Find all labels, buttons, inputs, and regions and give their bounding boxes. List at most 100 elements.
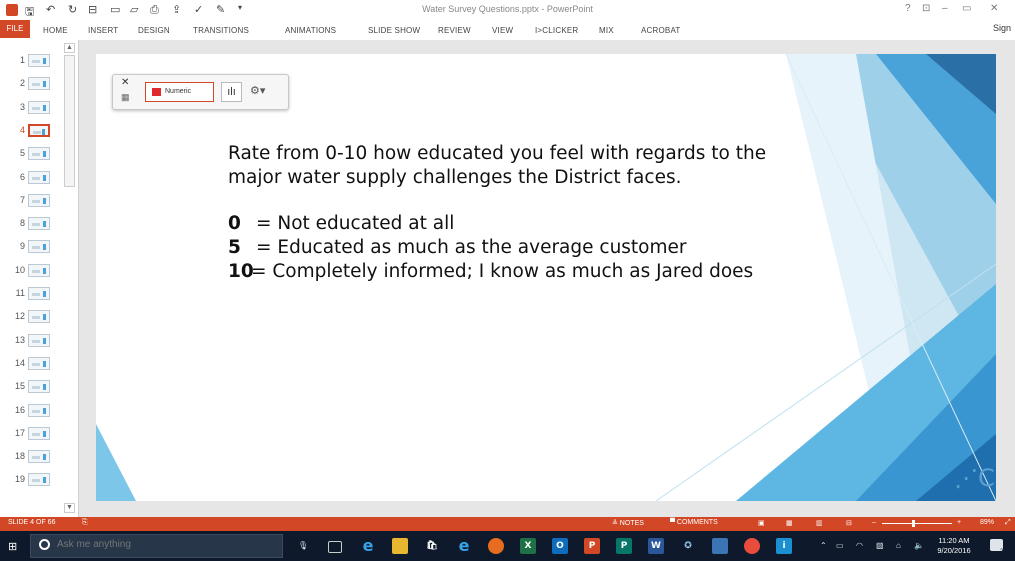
comments-button[interactable]: ▀ COMMENTS <box>670 519 718 526</box>
tab-slide-show[interactable]: SLIDE SHOW <box>368 26 420 35</box>
close-icon[interactable]: ✕ <box>121 77 129 88</box>
tab-transitions[interactable]: TRANSITIONS <box>193 26 249 35</box>
tab-design[interactable]: DESIGN <box>138 26 170 35</box>
show-hidden-icons-icon[interactable]: ⌃ <box>820 541 827 550</box>
slide-thumbnail-preview[interactable] <box>28 380 50 394</box>
slide-thumbnail-preview[interactable] <box>28 54 50 67</box>
tab-acrobat[interactable]: ACROBAT <box>641 26 680 35</box>
network-app-icon[interactable]: ✪ <box>680 538 696 554</box>
slide-thumbnail-preview[interactable] <box>28 450 50 464</box>
zoom-level[interactable]: 89% <box>980 519 994 526</box>
zoom-out-icon[interactable]: – <box>872 519 876 526</box>
windows-start-icon[interactable]: ⊞ <box>8 540 17 553</box>
iclicker-taskbar-icon[interactable]: i <box>776 538 792 554</box>
bar-chart-icon[interactable]: ılı <box>221 82 242 102</box>
remote-desktop-icon[interactable] <box>712 538 728 554</box>
slide-thumbnail-preview[interactable] <box>28 240 50 254</box>
slide-thumbnail[interactable]: 17 <box>0 424 70 444</box>
tray-app-icon[interactable]: ▧ <box>876 541 884 550</box>
excel-icon[interactable]: X <box>520 538 536 554</box>
tab-view[interactable]: VIEW <box>492 26 513 35</box>
slide-thumbnail-preview[interactable] <box>28 310 50 324</box>
slide-thumbnail[interactable]: 4 <box>0 121 70 141</box>
slide-thumbnail[interactable]: 14 <box>0 354 70 374</box>
slide-thumbnail-preview[interactable] <box>28 356 50 370</box>
slide-thumbnail-preview[interactable] <box>28 263 50 277</box>
task-view-icon[interactable] <box>328 541 342 553</box>
slide-thumbnail[interactable]: 1 <box>0 51 70 71</box>
fit-slide-icon[interactable]: ⤢ <box>1005 519 1011 527</box>
slide-thumbnail-preview[interactable] <box>28 287 50 300</box>
zoom-in-icon[interactable]: + <box>957 519 961 526</box>
normal-view-icon[interactable]: ▣ <box>758 519 765 527</box>
slide-thumbnail-preview[interactable] <box>28 100 50 114</box>
slide-counter[interactable]: SLIDE 4 OF 66 <box>8 519 55 526</box>
slide-thumbnail[interactable]: 5 <box>0 144 70 164</box>
notes-button[interactable]: ≜ NOTES <box>612 519 644 527</box>
slide-thumbnail[interactable]: 3 <box>0 98 70 118</box>
powerpoint-taskbar-icon[interactable]: P <box>584 538 600 554</box>
search-input[interactable] <box>57 539 257 550</box>
tab-mix[interactable]: MIX <box>599 26 614 35</box>
wifi-icon[interactable]: ◠ <box>856 541 863 550</box>
tab-review[interactable]: REVIEW <box>438 26 471 35</box>
publisher-icon[interactable]: P <box>616 538 632 554</box>
slide-thumbnail-preview[interactable] <box>28 147 50 161</box>
chrome-like-icon[interactable] <box>744 538 760 554</box>
slide-thumbnail[interactable]: 11 <box>0 284 70 304</box>
slide-thumbnail[interactable]: 10 <box>0 261 70 281</box>
volume-icon[interactable]: 🔈 <box>914 541 924 550</box>
help-icon[interactable]: ? <box>905 3 911 14</box>
slide-thumbnail-preview[interactable] <box>28 217 50 231</box>
question-type-button[interactable]: Numeric <box>145 82 214 102</box>
minimize-icon[interactable]: – <box>942 3 948 14</box>
slide-thumbnail-preview[interactable] <box>28 123 50 137</box>
slide-sorter-icon[interactable]: ▦ <box>786 519 793 527</box>
store-icon[interactable]: 🛍 <box>424 538 440 554</box>
sign-in-link[interactable]: Sign <box>993 23 1011 33</box>
slide-thumbnail[interactable]: 13 <box>0 331 70 351</box>
thumbnail-scrollbar[interactable] <box>64 55 75 187</box>
slide-thumbnail[interactable]: 12 <box>0 307 70 327</box>
slide-thumbnail-preview[interactable] <box>28 426 50 440</box>
battery-icon[interactable]: ▭ <box>836 541 844 550</box>
tab-iclicker[interactable]: I>CLICKER <box>535 26 578 35</box>
slide-thumbnail[interactable]: 18 <box>0 447 70 467</box>
slide-show-icon[interactable]: ⊟ <box>846 519 852 527</box>
slide-canvas[interactable]: ✕ ▦ Numeric ılı ⚙▾ Rate from 0-10 how ed… <box>96 54 996 501</box>
slide-thumbnail-preview[interactable] <box>28 473 50 487</box>
network-icon[interactable]: ⌂ <box>896 541 901 550</box>
slide-thumbnail-preview[interactable] <box>28 170 50 184</box>
close-icon[interactable]: ✕ <box>990 3 998 14</box>
zoom-slider[interactable] <box>882 523 952 524</box>
spelling-status-icon[interactable]: ⎘ <box>82 519 88 527</box>
zoom-slider-thumb[interactable] <box>912 520 915 527</box>
maximize-icon[interactable]: ▭ <box>962 3 971 14</box>
reading-view-icon[interactable]: ▥ <box>816 519 823 527</box>
image-icon[interactable]: ▦ <box>121 92 130 103</box>
firefox-icon[interactable] <box>488 538 504 554</box>
slide-thumbnail[interactable]: 15 <box>0 377 70 397</box>
slide-thumbnail[interactable]: 16 <box>0 401 70 421</box>
outlook-icon[interactable]: O <box>552 538 568 554</box>
microphone-icon[interactable]: 🎙 <box>298 541 308 550</box>
tab-insert[interactable]: INSERT <box>88 26 118 35</box>
word-icon[interactable]: W <box>648 538 664 554</box>
gear-icon[interactable]: ⚙▾ <box>250 84 265 97</box>
ribbon-display-icon[interactable]: ⊡ <box>922 3 930 14</box>
slide-thumbnail-preview[interactable] <box>28 333 50 347</box>
slide-thumbnail-preview[interactable] <box>28 193 50 207</box>
scroll-down-icon[interactable]: ▼ <box>64 503 75 513</box>
edge-icon[interactable]: e <box>360 538 376 554</box>
slide-thumbnail[interactable]: 2 <box>0 74 70 94</box>
file-explorer-icon[interactable] <box>392 538 408 554</box>
tab-file[interactable]: FILE <box>0 20 30 38</box>
slide-thumbnail[interactable]: 9 <box>0 237 70 257</box>
slide-thumbnail[interactable]: 6 <box>0 168 70 188</box>
scroll-up-icon[interactable]: ▲ <box>64 43 75 53</box>
cortana-search-box[interactable] <box>30 534 283 558</box>
slide-thumbnail[interactable]: 19 <box>0 470 70 490</box>
taskbar-clock[interactable]: 11:20 AM 9/20/2016 <box>934 536 974 556</box>
slide-thumbnail[interactable]: 8 <box>0 214 70 234</box>
internet-explorer-icon[interactable]: e <box>456 538 472 554</box>
